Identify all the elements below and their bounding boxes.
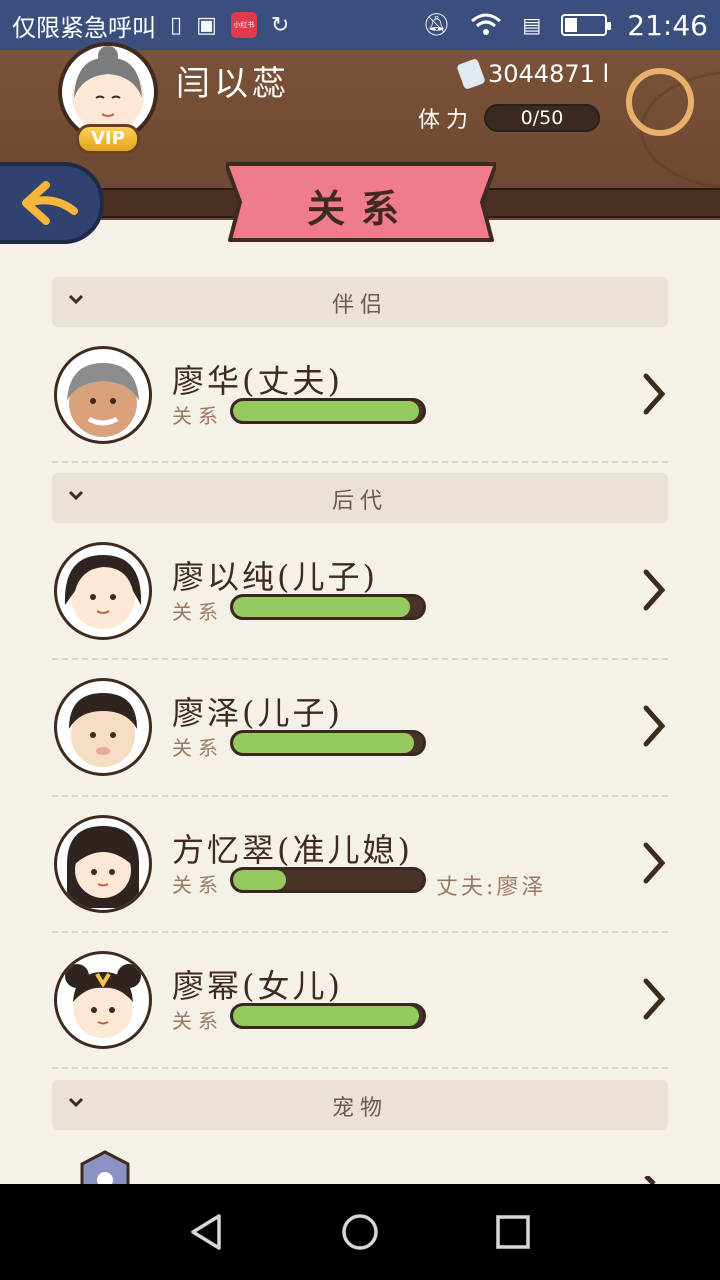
image-icon: ▣ [196,12,217,38]
chevron-right-icon [643,373,666,415]
player-name: 闫以蕊 [176,64,290,104]
sim-icon: ▯ [170,12,183,38]
nav-recents-icon[interactable] [493,1212,533,1252]
vip-badge: VIP [76,124,140,154]
person-name: 廖以纯(儿子) [172,558,378,596]
chevron-right-icon [643,842,666,884]
person-avatar [54,678,152,776]
relation-label: 关系 [172,404,224,428]
stamina-label: 体力 [418,108,475,133]
pet-badge-icon [76,1150,134,1184]
clock: 21:46 [627,8,708,42]
person-row[interactable]: 廖泽(儿子) 关系 [52,658,668,794]
person-avatar [54,951,152,1049]
relation-bar [230,1003,426,1029]
battery-icon [561,14,612,36]
section-partner[interactable]: 伴侣 [52,277,668,327]
person-name: 廖华(丈夫) [172,362,343,400]
chevron-right-icon [643,705,666,747]
relation-label: 关系 [172,1009,224,1033]
divider [52,461,668,463]
person-row[interactable]: 廖以纯(儿子) 关系 [52,522,668,658]
person-row[interactable]: 方忆翠(准儿媳) 关系 丈夫:廖泽 [52,795,668,931]
page-title: 关系 [306,186,415,231]
relation-bar [230,867,426,893]
section-descendants[interactable]: 后代 [52,473,668,523]
section-pets[interactable]: 宠物 [52,1080,668,1130]
mute-icon: 🔕︎ [422,12,451,38]
sim-alert-icon: ▤ [522,13,542,37]
person-avatar [54,815,152,913]
section-label: 伴侣 [331,293,388,318]
carrier-text: 仅限紧急呼叫 [12,13,156,42]
money-value: 3044871 l [488,60,610,88]
title-ribbon: 关系 [226,158,496,244]
person-name: 方忆翠(准儿媳) [172,831,413,869]
menu-ring-button[interactable] [626,68,694,136]
wifi-icon [471,13,502,35]
person-row[interactable]: 廖幂(女儿) 关系 [52,931,668,1067]
nav-home-icon[interactable] [340,1212,380,1252]
relation-bar [230,730,426,756]
section-label: 宠物 [331,1096,388,1121]
nav-back-icon[interactable] [187,1212,227,1252]
person-note: 丈夫:廖泽 [436,875,547,900]
stamina-display: 体力 0/50 [418,102,601,134]
xiaohongshu-icon: 小红书 [230,12,257,38]
sync-icon: ↻ [270,12,290,38]
banknote-icon [456,58,486,90]
money-display: 3044871 l [456,58,610,90]
relation-label: 关系 [172,873,224,897]
back-button[interactable] [0,162,104,244]
relation-bar [230,594,426,620]
person-avatar [54,346,152,444]
person-name: 廖泽(儿子) [172,694,343,732]
system-nav-bar [0,1184,720,1280]
stamina-bar: 0/50 [484,104,601,132]
relation-bar [230,398,426,424]
chevron-right-icon [643,569,666,611]
person-name: 廖幂(女儿) [172,967,343,1005]
section-label: 后代 [331,489,388,514]
relation-label: 关系 [172,736,224,760]
person-avatar [54,542,152,640]
chevron-right-icon [644,1176,656,1184]
divider [52,1067,668,1069]
back-arrow-icon [22,181,78,225]
relation-label: 关系 [172,600,224,624]
person-row[interactable]: 廖华(丈夫) 关系 [52,326,668,462]
chevron-right-icon [643,978,666,1020]
